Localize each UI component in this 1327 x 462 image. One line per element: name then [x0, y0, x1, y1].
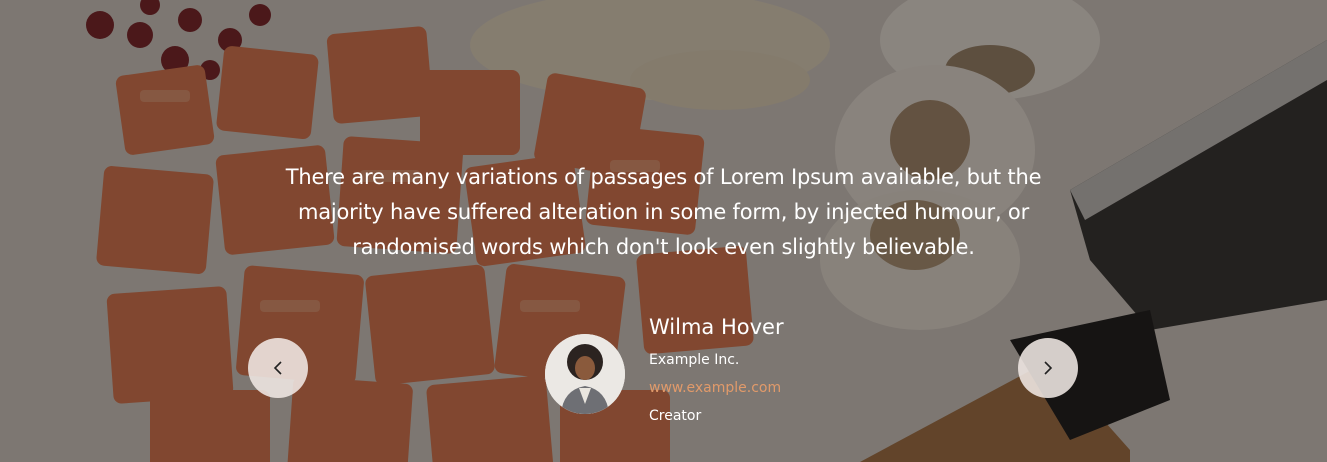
- author-website-link[interactable]: www.example.com: [649, 374, 784, 402]
- chevron-left-icon: [273, 361, 282, 375]
- avatar: [545, 334, 625, 414]
- testimonial-slider: There are many variations of passages of…: [0, 0, 1327, 462]
- chevron-right-icon: [1044, 361, 1053, 375]
- testimonial-quote: There are many variations of passages of…: [285, 165, 1042, 259]
- author-role: Creator: [649, 408, 702, 424]
- author-company: Example Inc.: [649, 352, 740, 368]
- author-info: Wilma Hover Example Inc. www.example.com…: [649, 312, 784, 430]
- author-name: Wilma Hover: [649, 315, 784, 339]
- next-slide-button[interactable]: [1018, 338, 1078, 398]
- previous-slide-button[interactable]: [248, 338, 308, 398]
